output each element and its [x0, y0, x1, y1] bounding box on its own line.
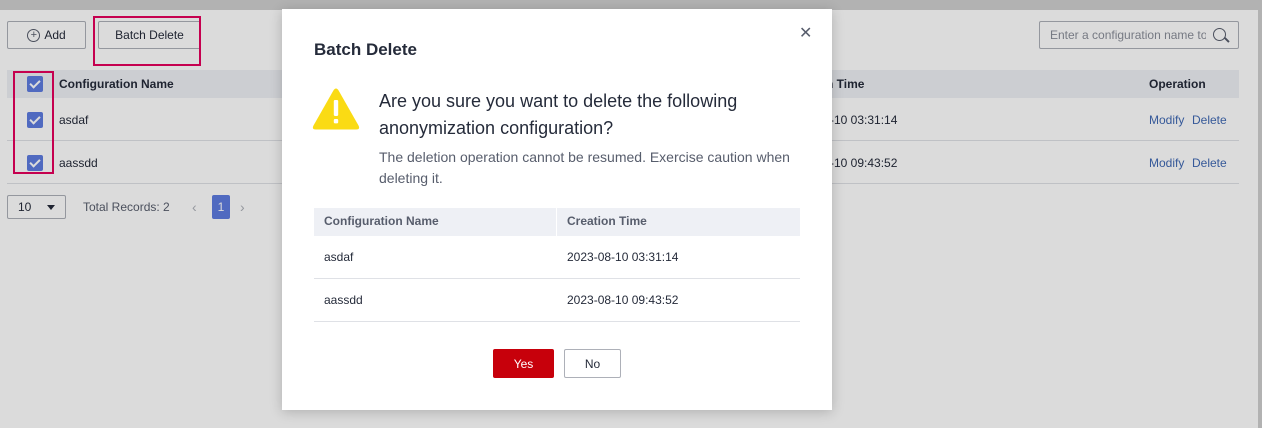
yes-button[interactable]: Yes	[493, 349, 554, 378]
column-divider	[556, 208, 557, 236]
dialog-row-time: 2023-08-10 09:43:52	[567, 293, 679, 307]
dialog-row-name: aassdd	[324, 293, 363, 307]
dialog-column-time: Creation Time	[567, 214, 647, 228]
dialog-table-header: Configuration Name Creation Time	[314, 208, 800, 236]
yes-button-label: Yes	[513, 356, 534, 371]
dialog-column-name: Configuration Name	[324, 214, 439, 228]
close-icon[interactable]: ✕	[799, 26, 812, 42]
warning-icon	[312, 88, 360, 130]
dialog-title: Batch Delete	[314, 40, 417, 59]
dialog-row-time: 2023-08-10 03:31:14	[567, 250, 679, 264]
dialog-table-row: asdaf 2023-08-10 03:31:14	[314, 236, 800, 279]
no-button[interactable]: No	[564, 349, 621, 378]
confirm-note: The deletion operation cannot be resumed…	[379, 149, 790, 186]
batch-delete-dialog: Batch Delete ✕ Are you sure you want to …	[282, 9, 832, 410]
confirm-question: Are you sure you want to delete the foll…	[379, 91, 738, 138]
dialog-row-name: asdaf	[324, 250, 354, 264]
dialog-table-row: aassdd 2023-08-10 09:43:52	[314, 279, 800, 322]
no-button-label: No	[584, 356, 601, 371]
